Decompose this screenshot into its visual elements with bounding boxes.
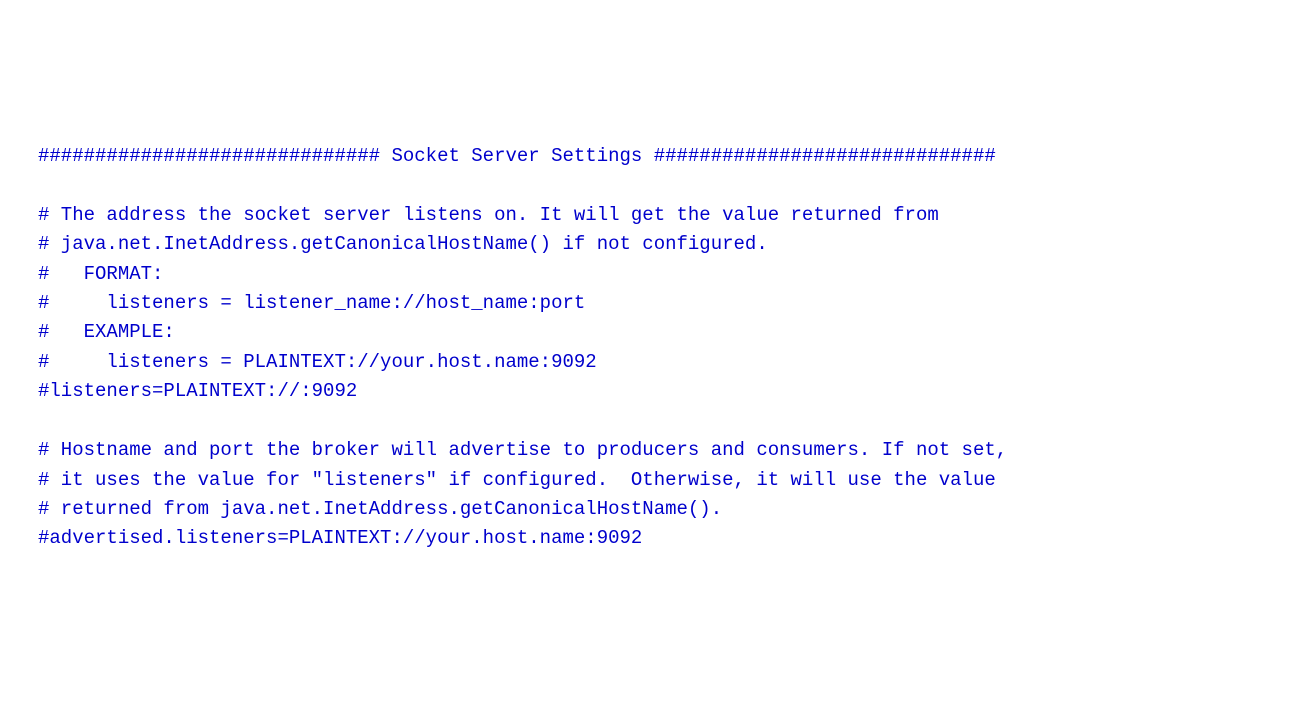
code-line: # listeners = PLAINTEXT://your.host.name… <box>38 348 1278 377</box>
code-line: #listeners=PLAINTEXT://:9092 <box>38 377 1278 406</box>
code-line <box>38 171 1278 200</box>
code-line: # The address the socket server listens … <box>38 201 1278 230</box>
code-line: # listeners = listener_name://host_name:… <box>38 289 1278 318</box>
code-line: # FORMAT: <box>38 260 1278 289</box>
code-line <box>38 407 1278 436</box>
code-line: # Hostname and port the broker will adve… <box>38 436 1278 465</box>
code-line: #advertised.listeners=PLAINTEXT://your.h… <box>38 524 1278 553</box>
code-line: ############################## Socket Se… <box>38 142 1278 171</box>
code-line: # java.net.InetAddress.getCanonicalHostN… <box>38 230 1278 259</box>
code-line: # it uses the value for "listeners" if c… <box>38 466 1278 495</box>
code-line: # returned from java.net.InetAddress.get… <box>38 495 1278 524</box>
code-line: # EXAMPLE: <box>38 318 1278 347</box>
